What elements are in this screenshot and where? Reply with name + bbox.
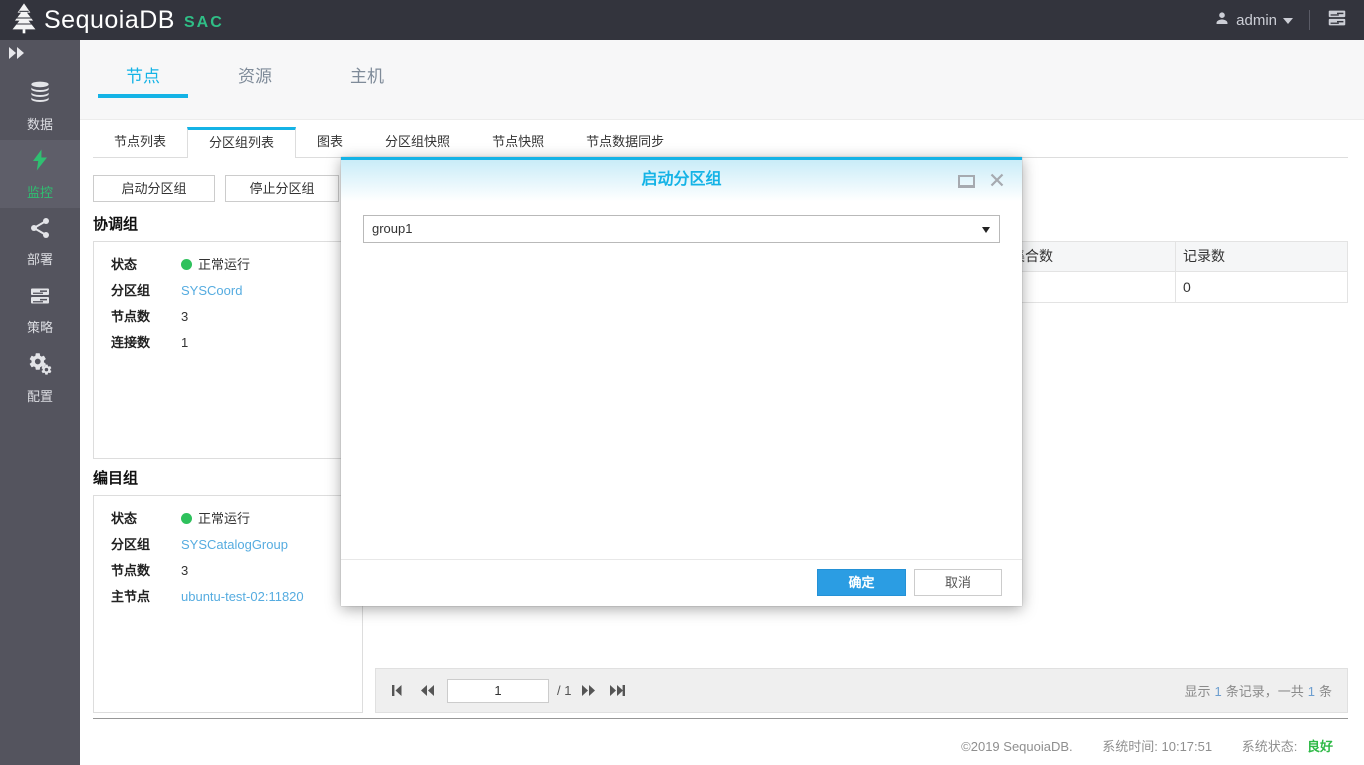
copyright: ©2019 SequoiaDB. <box>961 739 1073 754</box>
catalog-group-panel: 状态 正常运行 分区组 SYSCatalogGroup 节点数 3 主节点 ub… <box>93 495 363 713</box>
coord-nodecount-row: 节点数 3 <box>94 304 362 330</box>
status-dot <box>181 259 192 270</box>
main-tab-bar: 节点 资源 主机 <box>80 40 1364 120</box>
system-time: 系统时间: 10:17:51 <box>1102 739 1212 754</box>
page-total: / 1 <box>557 683 571 698</box>
sidebar-item-strategy[interactable]: 策略 <box>0 276 80 344</box>
group-select[interactable]: group1 <box>363 215 1000 243</box>
tab-resources[interactable]: 资源 <box>210 40 300 119</box>
sidebar-item-label: 部署 <box>27 249 53 268</box>
dialog-body: group1 <box>341 201 1022 243</box>
cancel-button[interactable]: 取消 <box>914 569 1002 596</box>
previous-page-icon[interactable] <box>419 684 435 697</box>
start-group-dialog: 启动分区组 group1 确定 取消 <box>341 157 1022 606</box>
subtab-charts[interactable]: 图表 <box>296 127 364 157</box>
sidebar-item-label: 监控 <box>27 182 53 201</box>
subtab-group-list[interactable]: 分区组列表 <box>187 127 296 158</box>
host-list-menu-icon[interactable] <box>1326 7 1348 34</box>
dialog-title: 启动分区组 <box>341 160 1022 200</box>
subtab-node-list[interactable]: 节点列表 <box>93 127 187 157</box>
next-page-icon[interactable] <box>581 684 597 697</box>
pagination-bar: / 1 显示1条记录，一共1条 <box>375 668 1348 713</box>
footer: ©2019 SequoiaDB. 系统时间: 10:17:51 系统状态: 良好 <box>955 736 1333 755</box>
header-divider <box>1309 10 1310 30</box>
group-link[interactable]: SYSCatalogGroup <box>181 532 288 558</box>
subtab-group-snapshot[interactable]: 分区组快照 <box>364 127 471 157</box>
app-header: SequoiaDB SAC admin <box>0 0 1364 40</box>
catalog-master-row: 主节点 ubuntu-test-02:11820 <box>94 584 362 610</box>
gears-icon <box>27 351 53 382</box>
sub-tab-bar: 节点列表 分区组列表 图表 分区组快照 节点快照 节点数据同步 <box>93 127 1348 158</box>
records-cell: 0 <box>1183 272 1191 302</box>
master-node-link[interactable]: ubuntu-test-02:11820 <box>181 584 304 610</box>
record-count-summary: 显示1条记录，一共1条 <box>1184 681 1347 700</box>
catalog-group-row: 分区组 SYSCatalogGroup <box>94 532 362 558</box>
server-stack-icon <box>28 284 52 313</box>
sidebar-item-monitor[interactable]: 监控 <box>0 140 80 208</box>
sidebar: 数据 监控 部署 <box>0 40 80 765</box>
catalog-status-row: 状态 正常运行 <box>94 506 362 532</box>
group-link[interactable]: SYSCoord <box>181 278 242 304</box>
total-count: 1 <box>1308 684 1315 699</box>
close-icon[interactable] <box>990 173 1004 192</box>
sequoia-tree-logo-icon <box>8 2 40 39</box>
stop-group-button[interactable]: 停止分区组 <box>225 175 339 202</box>
user-name: admin <box>1236 12 1277 29</box>
user-menu[interactable]: admin <box>1214 10 1293 31</box>
sidebar-item-label: 数据 <box>27 114 53 133</box>
ok-button[interactable]: 确定 <box>817 569 906 596</box>
monitor-lightning-icon <box>28 147 52 178</box>
share-network-icon <box>28 216 52 245</box>
database-icon <box>27 79 53 110</box>
dialog-header: 启动分区组 <box>341 160 1022 201</box>
chevron-down-icon <box>1283 18 1293 24</box>
footer-divider <box>93 718 1348 719</box>
tab-nodes[interactable]: 节点 <box>98 40 188 119</box>
system-status-value: 良好 <box>1307 739 1333 754</box>
product-suffix: SAC <box>184 14 224 32</box>
sidebar-item-data[interactable]: 数据 <box>0 72 80 140</box>
select-arrow-icon <box>982 227 990 233</box>
system-status-label: 系统状态: <box>1242 739 1298 754</box>
last-page-icon[interactable] <box>609 684 625 697</box>
brand: SequoiaDB SAC <box>0 2 224 39</box>
coord-status-row: 状态 正常运行 <box>94 252 362 278</box>
tab-hosts[interactable]: 主机 <box>322 40 412 119</box>
product-name: SequoiaDB <box>44 6 175 35</box>
start-group-button[interactable]: 启动分区组 <box>93 175 215 202</box>
sidebar-item-label: 配置 <box>27 386 53 405</box>
status-dot <box>181 513 192 524</box>
coord-group-row: 分区组 SYSCoord <box>94 278 362 304</box>
coord-group-title: 协调组 <box>93 213 138 234</box>
coord-group-panel: 状态 正常运行 分区组 SYSCoord 节点数 3 连接数 1 <box>93 241 363 459</box>
catalog-group-title: 编目组 <box>93 467 138 488</box>
user-icon <box>1214 10 1230 31</box>
page-number-input[interactable] <box>447 679 549 703</box>
catalog-nodecount-row: 节点数 3 <box>94 558 362 584</box>
first-page-icon[interactable] <box>391 684 407 697</box>
subtab-node-snapshot[interactable]: 节点快照 <box>471 127 565 157</box>
sidebar-item-deploy[interactable]: 部署 <box>0 208 80 276</box>
sidebar-item-label: 策略 <box>27 317 53 336</box>
shown-count: 1 <box>1215 684 1222 699</box>
maximize-icon[interactable] <box>958 175 975 188</box>
records-column-header: 记录数 <box>1183 242 1225 271</box>
subtab-node-sync[interactable]: 节点数据同步 <box>565 127 685 157</box>
sidebar-expand-icon[interactable] <box>0 40 80 68</box>
active-tab-underline <box>98 94 188 98</box>
sidebar-item-config[interactable]: 配置 <box>0 344 80 412</box>
group-select-value: group1 <box>372 221 412 236</box>
dialog-footer: 确定 取消 <box>341 559 1022 606</box>
coord-connections-row: 连接数 1 <box>94 330 362 356</box>
